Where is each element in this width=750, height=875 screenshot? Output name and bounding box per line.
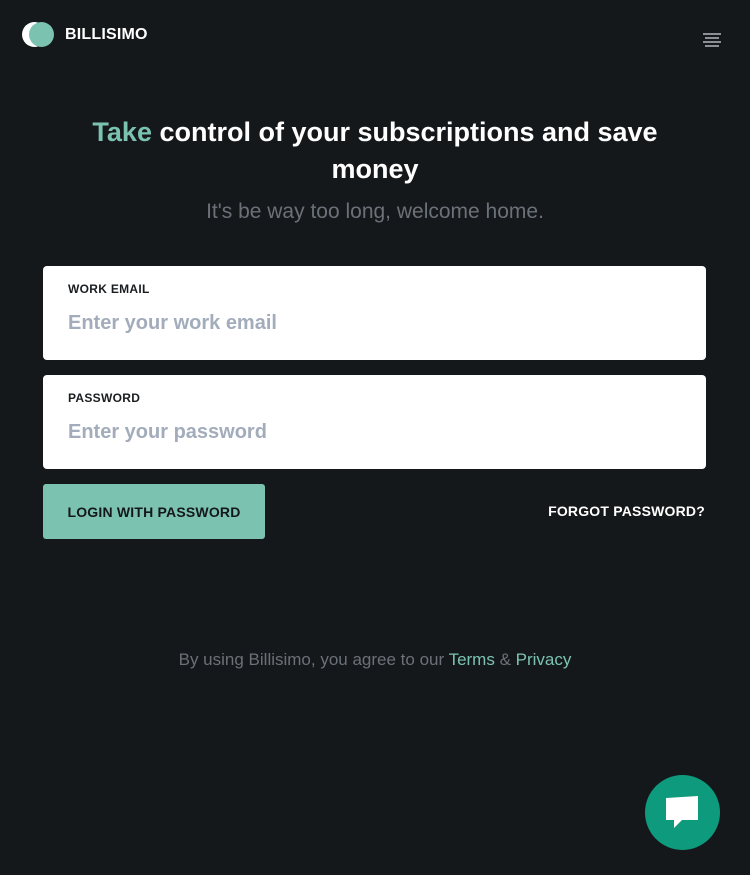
legal-notice: By using Billisimo, you agree to our Ter…: [75, 650, 675, 670]
forgot-password-link[interactable]: FORGOT PASSWORD?: [548, 503, 705, 519]
terms-link[interactable]: Terms: [449, 650, 495, 669]
chat-bubble-icon: [666, 796, 698, 828]
menu-line: [705, 45, 719, 47]
menu-line: [703, 33, 721, 35]
hamburger-menu-icon[interactable]: [703, 33, 721, 47]
privacy-link[interactable]: Privacy: [516, 650, 572, 669]
headline-accent: Take: [92, 117, 152, 147]
work-email-input[interactable]: [68, 306, 678, 340]
header: BILLISIMO: [0, 0, 750, 70]
work-email-field[interactable]: WORK EMAIL: [43, 266, 706, 360]
brand-name[interactable]: BILLISIMO: [65, 26, 148, 44]
password-field[interactable]: PASSWORD: [43, 375, 706, 469]
page-headline: Take control of your subscriptions and s…: [75, 114, 675, 188]
page-subtitle: It's be way too long, welcome home.: [206, 200, 544, 223]
menu-line: [703, 41, 721, 43]
billisimo-logo-icon[interactable]: [22, 22, 54, 47]
password-label: PASSWORD: [68, 391, 141, 405]
logo-circle-teal: [29, 22, 54, 47]
password-input[interactable]: [68, 415, 678, 449]
work-email-label: WORK EMAIL: [68, 282, 150, 296]
legal-ampersand: &: [494, 650, 516, 669]
chat-launcher-button[interactable]: [645, 775, 720, 850]
menu-line: [705, 37, 719, 39]
legal-prefix: By using Billisimo, you agree to our: [178, 650, 449, 669]
login-with-password-button[interactable]: LOGIN WITH PASSWORD: [43, 484, 265, 539]
headline-rest: control of your subscriptions and save m…: [151, 117, 658, 184]
